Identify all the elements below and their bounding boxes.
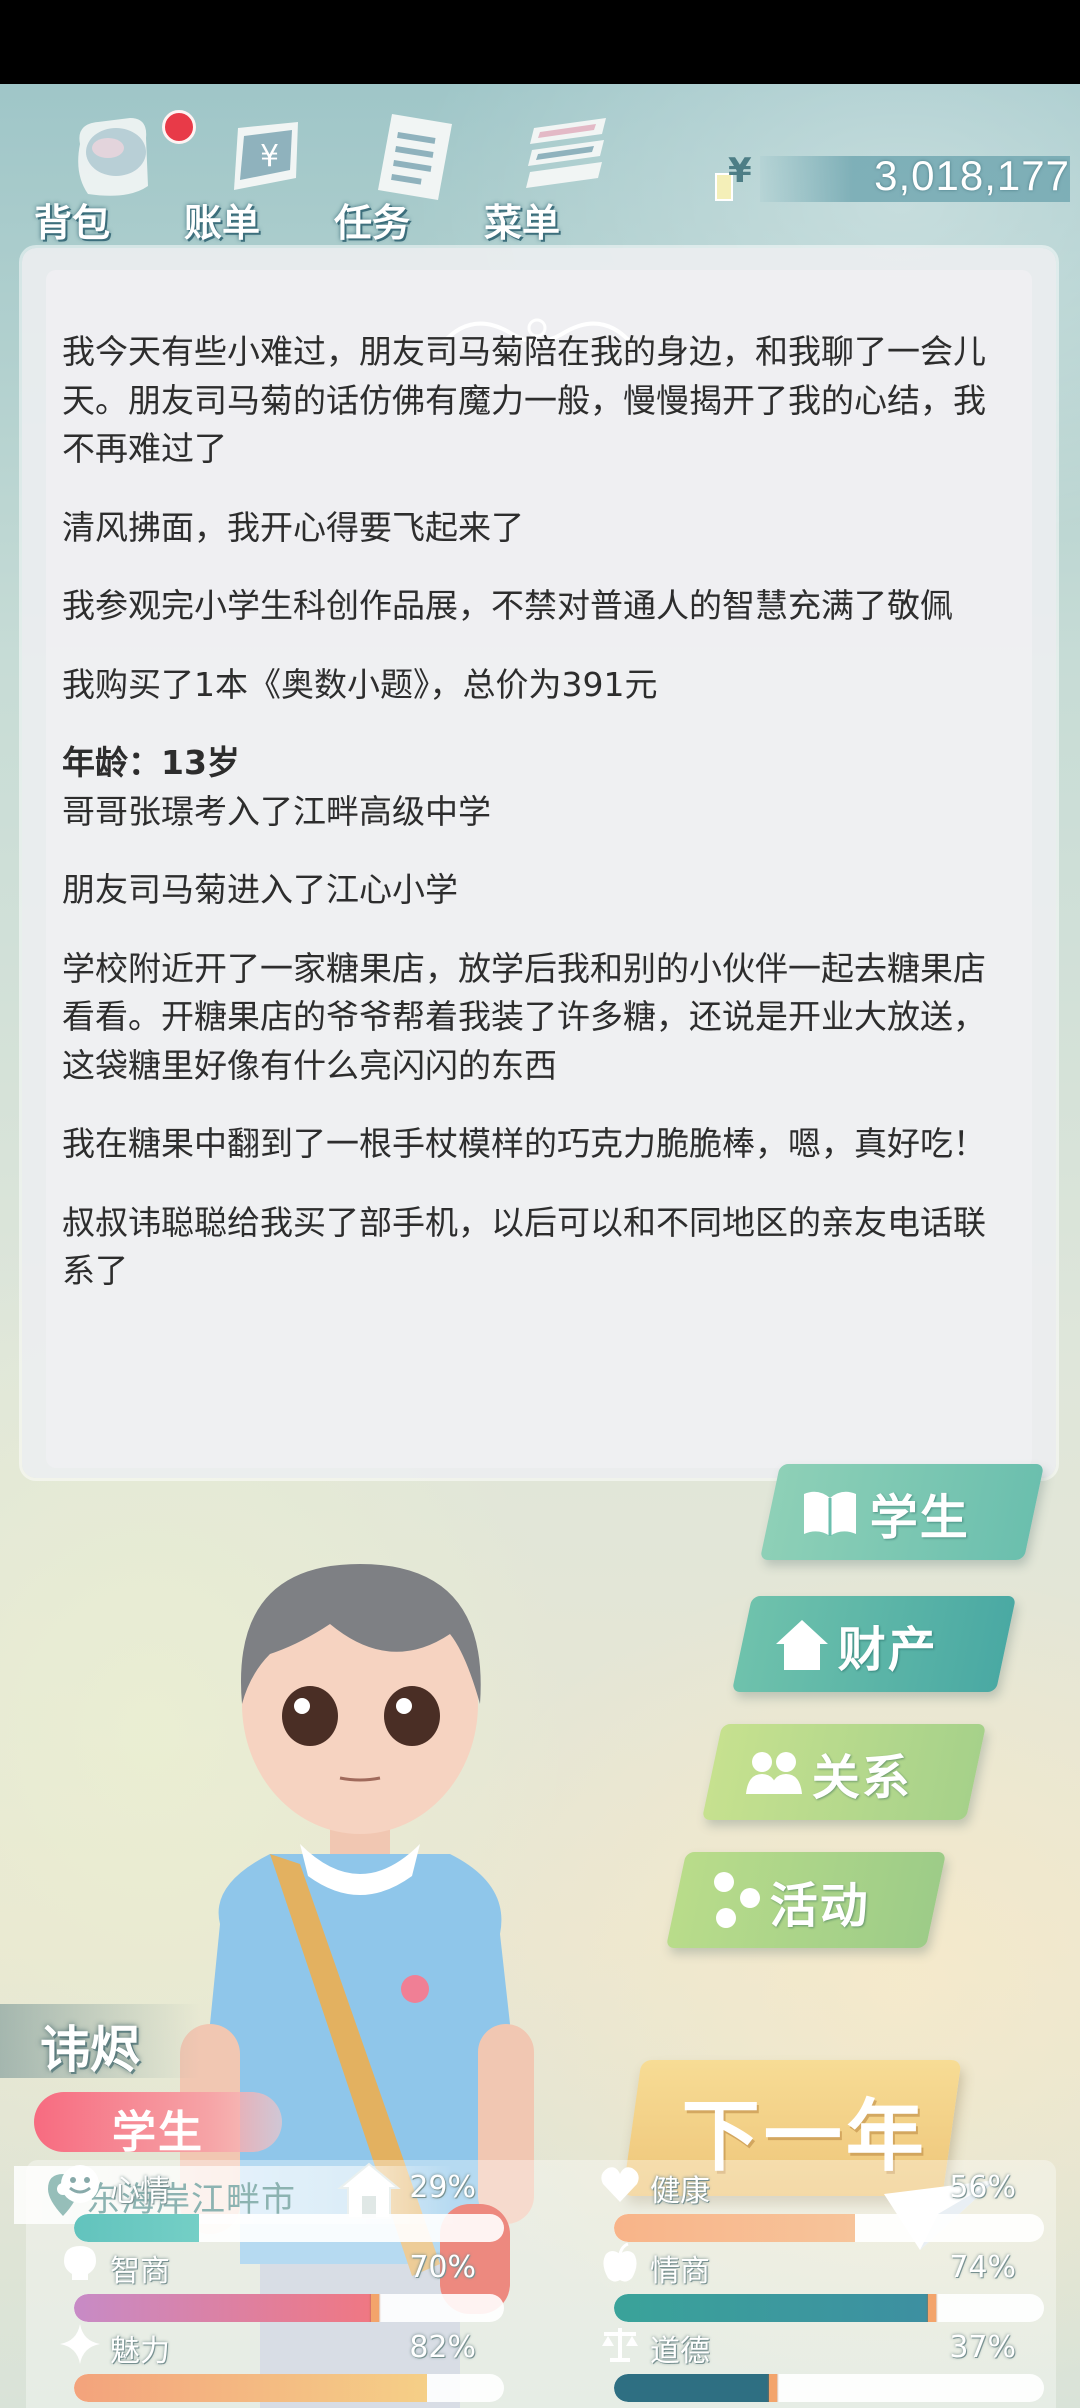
heart-icon [601, 2167, 639, 2202]
student-button-label: 学生 [869, 1490, 970, 1546]
money-value: 3,018,177 [874, 152, 1070, 199]
story-paragraph: 我购买了1本《奥数小题》，总价为391元 [62, 664, 658, 704]
stat-label: 道德 [650, 2334, 710, 2369]
stat-bar-track [614, 2214, 1044, 2242]
property-button-label: 财产 [837, 1622, 938, 1678]
stat-health: 健康 56% [584, 2166, 1044, 2242]
bag-icon [78, 118, 148, 196]
stat-bar-marker [928, 2294, 937, 2322]
stat-label: 情商 [650, 2254, 710, 2289]
story-paragraph: 我在糖果中翻到了一根手杖模样的巧克力脆脆棒，嗯，真好吃！ [62, 1124, 986, 1163]
story-paragraph: 我参观完小学生科创作品展，不禁对普通人的智慧充满了敬佩 [62, 586, 953, 625]
stat-percent: 29% [409, 2170, 476, 2205]
task-list-icon [378, 114, 452, 200]
story-paragraph: 我今天有些小难过，朋友司马菊陪在我的身边，和我聊了一会儿天。朋友司马菊的话仿佛有… [62, 332, 986, 468]
scale-icon [602, 2328, 638, 2362]
story-paragraph: 朋友司马菊进入了江心小学 [62, 870, 458, 909]
stat-bar-track [614, 2374, 1044, 2402]
stat-percent: 82% [409, 2330, 476, 2365]
student-button[interactable]: 学生 [759, 1464, 1045, 1560]
stat-bar-fill [74, 2214, 199, 2242]
stat-bar-track [74, 2374, 504, 2402]
stat-percent: 56% [949, 2170, 1016, 2205]
stat-label: 智商 [110, 2254, 170, 2289]
nav-label: 任务 [334, 201, 411, 245]
game-scene: 背包 ¥ 账单 任务 菜单 ¥ 3,018,177 我今天有些小难过，朋友司马菊… [0, 84, 1080, 2408]
nav-bill-button[interactable]: ¥ 账单 [178, 94, 318, 245]
story-paragraph: 学校附近开了一家糖果店，放学后我和别的小伙伴一起去糖果店看看。开糖果店的爷爷帮着… [62, 948, 986, 1085]
stat-eq: 情商 74% [584, 2242, 1044, 2322]
stat-percent: 70% [409, 2250, 476, 2285]
stat-bar-track [74, 2294, 504, 2322]
stat-bar-fill [74, 2374, 427, 2402]
yen-icon: ¥ [715, 151, 752, 201]
sparkle-icon [60, 2324, 100, 2364]
svg-text:¥: ¥ [260, 139, 279, 174]
stat-bar-fill [614, 2374, 774, 2402]
stat-percent: 74% [949, 2250, 1016, 2285]
stat-label: 魅力 [110, 2334, 170, 2369]
book-icon [804, 1491, 856, 1536]
stat-iq: 智商 70% [44, 2246, 504, 2322]
stat-bar-track [614, 2294, 1044, 2322]
house-icon [776, 1620, 828, 1670]
activity-button-label: 活动 [769, 1878, 870, 1934]
activity-button[interactable]: 活动 [665, 1852, 947, 1948]
property-button[interactable]: 财产 [731, 1596, 1017, 1692]
role-badge: 学生 [34, 2092, 282, 2158]
relationship-button[interactable]: 关系 [701, 1724, 987, 1820]
nav-bag-button[interactable]: 背包 [28, 94, 196, 245]
stat-charm: 魅力 82% [44, 2324, 504, 2402]
nav-task-button[interactable]: 任务 [328, 94, 468, 245]
stat-morality: 道德 37% [584, 2326, 1044, 2402]
nav-menu-button[interactable]: 菜单 [478, 94, 618, 245]
stat-bar-fill [614, 2214, 855, 2242]
nav-label: 菜单 [484, 201, 561, 245]
nav-label: 账单 [184, 201, 261, 245]
people-icon [746, 1752, 802, 1794]
stat-bar-fill [74, 2294, 375, 2322]
stat-bar-marker [371, 2294, 379, 2322]
relationship-button-label: 关系 [811, 1750, 912, 1806]
smile-icon [61, 2165, 99, 2203]
role-label: 学生 [112, 2107, 204, 2158]
status-bar [0, 0, 1080, 84]
story-paragraph: 哥哥张璟考入了江畔高级中学 [62, 791, 491, 831]
stat-bar-marker [769, 2374, 778, 2402]
stat-bar-fill [614, 2294, 933, 2322]
nav-label: 背包 [34, 201, 111, 245]
stat-label: 心情 [110, 2174, 170, 2209]
svg-text:¥: ¥ [728, 151, 752, 191]
apple-icon [603, 2242, 637, 2282]
story-log[interactable]: 我今天有些小难过，朋友司马菊陪在我的身边，和我聊了一会儿天。朋友司马菊的话仿佛有… [62, 328, 992, 1326]
age-heading: 年龄：13岁 [62, 743, 240, 782]
bulb-icon [64, 2246, 96, 2280]
stat-bar-track [74, 2214, 504, 2242]
activity-icon [714, 1872, 760, 1928]
story-paragraph: 叔叔讳聪聪给我买了部手机，以后可以和不同地区的亲友电话联系了 [62, 1202, 986, 1291]
menu-stack-icon [526, 118, 606, 188]
character-name: 讳烬 [40, 2021, 140, 2079]
stat-percent: 37% [949, 2330, 1016, 2365]
story-paragraph: 清风拂面，我开心得要飞起来了 [62, 507, 524, 547]
stat-label: 健康 [650, 2174, 710, 2209]
money-display: ¥ 3,018,177 [690, 150, 1070, 210]
bill-icon: ¥ [234, 122, 298, 190]
stat-mood: 心情 29% [44, 2165, 504, 2242]
